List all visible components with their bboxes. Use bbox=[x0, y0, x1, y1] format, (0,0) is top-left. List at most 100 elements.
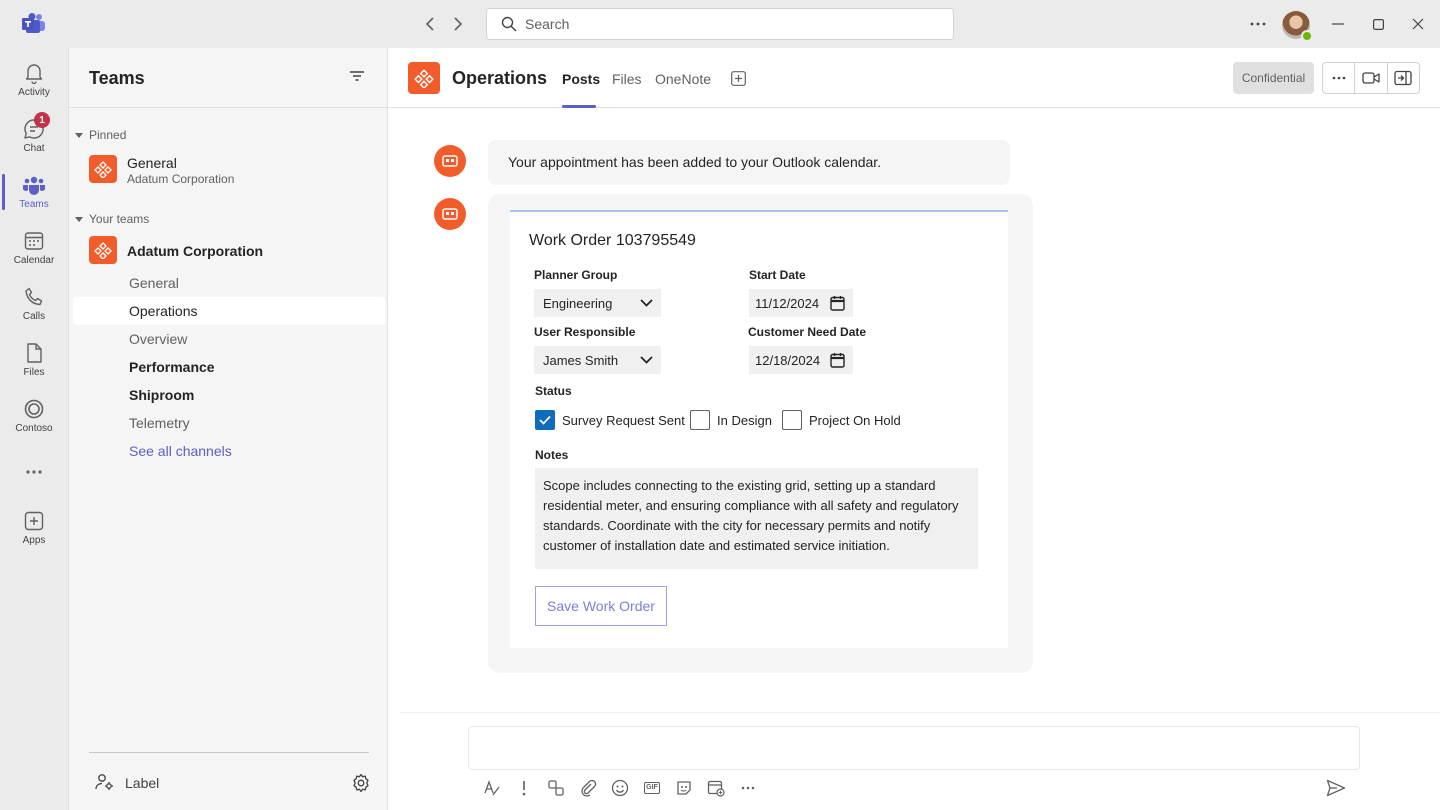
your-teams-section-toggle[interactable]: Your teams bbox=[75, 212, 149, 226]
chevron-down-icon bbox=[75, 132, 83, 138]
pinned-channel-name[interactable]: General bbox=[127, 155, 177, 171]
important-icon[interactable] bbox=[512, 776, 536, 800]
teams-icon bbox=[22, 174, 46, 196]
channel-shiproom[interactable]: Shiproom bbox=[73, 381, 385, 409]
planner-group-value: Engineering bbox=[543, 295, 613, 311]
chevron-down-icon bbox=[75, 216, 83, 222]
pinned-section-toggle[interactable]: Pinned bbox=[75, 128, 126, 142]
search-input[interactable] bbox=[525, 16, 925, 32]
teams-logo-icon bbox=[22, 13, 46, 35]
channel-title: Operations bbox=[452, 68, 548, 88]
planner-group-select[interactable]: Engineering bbox=[534, 289, 661, 317]
rail-item-chat[interactable]: 1 Chat bbox=[0, 108, 68, 164]
more-actions-icon[interactable] bbox=[736, 776, 760, 800]
channel-operations[interactable]: Operations bbox=[73, 297, 385, 325]
minimize-icon[interactable] bbox=[1326, 12, 1350, 36]
checkbox-unchecked-icon[interactable] bbox=[782, 410, 802, 430]
channel-performance[interactable]: Performance bbox=[73, 353, 385, 381]
status-checkbox-on-hold[interactable]: Project On Hold bbox=[782, 410, 901, 430]
people-settings-icon[interactable] bbox=[95, 773, 115, 791]
search-icon bbox=[501, 16, 517, 32]
rail-item-calls[interactable]: Calls bbox=[0, 276, 68, 332]
unread-badge: 1 bbox=[34, 112, 50, 128]
team-name[interactable]: Adatum Corporation bbox=[127, 243, 263, 259]
back-arrow-icon[interactable] bbox=[420, 14, 440, 34]
rail-item-files[interactable]: Files bbox=[0, 332, 68, 388]
rail-label: Calls bbox=[22, 311, 46, 322]
customer-need-date-input[interactable]: 12/18/2024 bbox=[749, 346, 853, 374]
add-tab-icon[interactable] bbox=[731, 71, 746, 86]
divider bbox=[400, 712, 1440, 713]
bot-avatar-icon[interactable] bbox=[434, 198, 466, 230]
format-icon[interactable] bbox=[480, 776, 504, 800]
checkbox-checked-icon[interactable] bbox=[535, 410, 555, 430]
tab-posts[interactable]: Posts bbox=[562, 71, 600, 87]
calendar-icon[interactable] bbox=[830, 352, 845, 368]
schedule-meeting-icon[interactable] bbox=[704, 776, 728, 800]
rail-item-contoso[interactable]: Contoso bbox=[0, 388, 68, 444]
file-icon bbox=[23, 342, 45, 364]
start-date-value: 11/12/2024 bbox=[755, 295, 820, 311]
filter-icon[interactable] bbox=[349, 69, 365, 83]
checkbox-unchecked-icon[interactable] bbox=[690, 410, 710, 430]
app-rail: Activity 1 Chat Teams Calendar Calls Fil… bbox=[0, 48, 68, 810]
bot-avatar-icon[interactable] bbox=[434, 145, 466, 177]
channel-overview[interactable]: Overview bbox=[73, 325, 385, 353]
search-box[interactable] bbox=[486, 8, 954, 40]
gear-icon[interactable] bbox=[351, 773, 371, 793]
channel-telemetry[interactable]: Telemetry bbox=[73, 409, 385, 437]
rail-item-calendar[interactable]: Calendar bbox=[0, 220, 68, 276]
start-date-input[interactable]: 11/12/2024 bbox=[749, 289, 853, 317]
notes-textarea[interactable]: Scope includes connecting to the existin… bbox=[535, 468, 978, 569]
start-date-label: Start Date bbox=[749, 268, 806, 282]
emoji-icon[interactable] bbox=[608, 776, 632, 800]
tab-files[interactable]: Files bbox=[612, 71, 642, 87]
work-order-card: Work Order 103795549 Planner Group Engin… bbox=[510, 210, 1008, 648]
message-composer[interactable] bbox=[468, 726, 1360, 770]
more-options-icon[interactable] bbox=[1246, 12, 1270, 36]
channel-logo-icon bbox=[408, 62, 440, 94]
forward-arrow-icon[interactable] bbox=[448, 14, 468, 34]
maximize-icon[interactable] bbox=[1366, 12, 1390, 36]
sticker-icon[interactable] bbox=[672, 776, 696, 800]
gif-icon[interactable]: GIF bbox=[640, 776, 664, 800]
close-icon[interactable] bbox=[1406, 12, 1430, 36]
save-work-order-button[interactable]: Save Work Order bbox=[535, 586, 667, 626]
team-logo-icon bbox=[89, 155, 117, 183]
loop-component-icon[interactable] bbox=[544, 776, 568, 800]
calendar-icon[interactable] bbox=[830, 295, 845, 311]
contoso-icon bbox=[23, 398, 45, 420]
meet-video-icon[interactable] bbox=[1355, 63, 1388, 93]
status-checkbox-in-design[interactable]: In Design bbox=[690, 410, 772, 430]
tab-onenote[interactable]: OneNote bbox=[655, 71, 711, 87]
pane-title: Teams bbox=[89, 68, 145, 88]
header-actions bbox=[1322, 62, 1420, 94]
more-options-icon[interactable] bbox=[1323, 63, 1356, 93]
channel-main: Operations Posts Files OneNote Confident… bbox=[388, 48, 1440, 810]
rail-label: Activity bbox=[18, 87, 50, 98]
footer-label[interactable]: Label bbox=[125, 775, 159, 791]
status-checkbox-survey[interactable]: Survey Request Sent bbox=[535, 410, 685, 430]
channel-general[interactable]: General bbox=[73, 269, 385, 297]
rail-item-apps[interactable]: Apps bbox=[0, 500, 68, 556]
sensitivity-label-button[interactable]: Confidential bbox=[1233, 62, 1314, 94]
channel-header: Operations Posts Files OneNote Confident… bbox=[388, 48, 1440, 108]
rail-item-activity[interactable]: Activity bbox=[0, 52, 68, 108]
message-input[interactable] bbox=[469, 727, 1359, 769]
open-side-panel-icon[interactable] bbox=[1388, 63, 1419, 93]
divider bbox=[89, 752, 369, 753]
card-title: Work Order 103795549 bbox=[529, 232, 696, 249]
rail-label: Chat bbox=[23, 143, 45, 154]
confirmation-message: Your appointment has been added to your … bbox=[488, 140, 1010, 185]
user-avatar[interactable] bbox=[1282, 11, 1313, 42]
attach-icon[interactable] bbox=[576, 776, 600, 800]
teams-list-pane: Teams Pinned General Adatum Corporation … bbox=[68, 48, 388, 810]
planner-group-label: Planner Group bbox=[534, 268, 618, 282]
user-responsible-select[interactable]: James Smith bbox=[534, 346, 661, 374]
bell-icon bbox=[23, 62, 45, 84]
rail-item-more[interactable] bbox=[0, 444, 68, 500]
see-all-channels-link[interactable]: See all channels bbox=[73, 437, 385, 465]
calendar-icon bbox=[23, 230, 45, 252]
rail-item-teams[interactable]: Teams bbox=[0, 164, 68, 220]
send-icon[interactable] bbox=[1324, 776, 1348, 800]
